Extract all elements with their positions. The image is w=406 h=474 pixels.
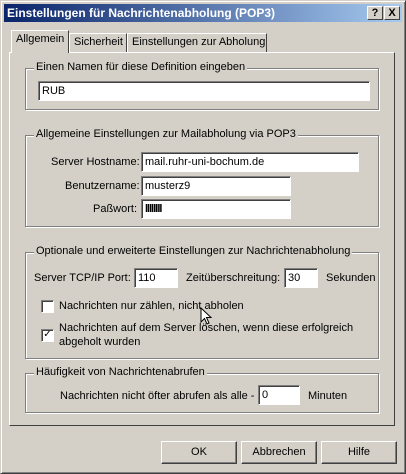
delete-on-server-checkbox[interactable]: ✓ — [41, 329, 54, 342]
password-label: Paßwort: — [93, 203, 138, 215]
interval-unit: Minuten — [308, 390, 348, 402]
username-label: Benutzername: — [65, 180, 140, 192]
mouse-cursor-icon — [200, 307, 212, 325]
count-only-label[interactable]: Nachrichten nur zählen, nicht abholen — [59, 300, 244, 312]
dialog-window: Einstellungen für Nachrichtenabholung (P… — [0, 0, 406, 474]
port-label: Server TCP/IP Port: — [34, 272, 131, 284]
tab-einstellungen-zur-abholung[interactable]: Einstellungen zur Abholung — [127, 33, 267, 52]
title-bar[interactable]: Einstellungen für Nachrichtenabholung (P… — [4, 4, 402, 22]
optional-group-label: Optionale und erweiterte Einstellungen z… — [34, 245, 353, 257]
cancel-button[interactable]: Abbrechen — [241, 441, 317, 464]
timeout-input[interactable]: 30 — [284, 268, 318, 288]
name-group-label: Einen Namen für diese Definition eingebe… — [34, 61, 248, 73]
general-group-label: Allgemeine Einstellungen zur Mailabholun… — [34, 128, 298, 140]
close-title-button[interactable]: X — [384, 6, 400, 20]
delete-on-server-label-line2[interactable]: abgeholt wurden — [59, 336, 140, 348]
server-hostname-input[interactable]: mail.ruhr-uni-bochum.de — [141, 152, 359, 172]
help-title-button[interactable]: ? — [367, 6, 383, 20]
window-title: Einstellungen für Nachrichtenabholung (P… — [7, 6, 276, 20]
host-label: Server Hostname: — [51, 156, 140, 168]
timeout-unit: Sekunden — [326, 272, 376, 284]
definition-name-input[interactable]: RUB — [38, 81, 370, 101]
tab-sicherheit[interactable]: Sicherheit — [69, 33, 127, 52]
ok-button[interactable]: OK — [161, 441, 237, 464]
port-input[interactable]: 110 — [134, 268, 178, 288]
interval-input[interactable]: 0 — [258, 385, 300, 405]
tab-allgemein[interactable]: Allgemein — [11, 30, 69, 53]
interval-label: Nachrichten nicht öfter abrufen als alle… — [60, 390, 255, 402]
username-input[interactable]: musterz9 — [141, 176, 291, 196]
help-button[interactable]: Hilfe — [321, 441, 397, 464]
count-only-checkbox[interactable] — [41, 300, 54, 313]
timeout-label: Zeitüberschreitung: — [186, 272, 281, 284]
password-input[interactable]: llllllll — [141, 199, 291, 219]
frequency-group-label: Häufigkeit von Nachrichtenabrufen — [34, 366, 207, 378]
